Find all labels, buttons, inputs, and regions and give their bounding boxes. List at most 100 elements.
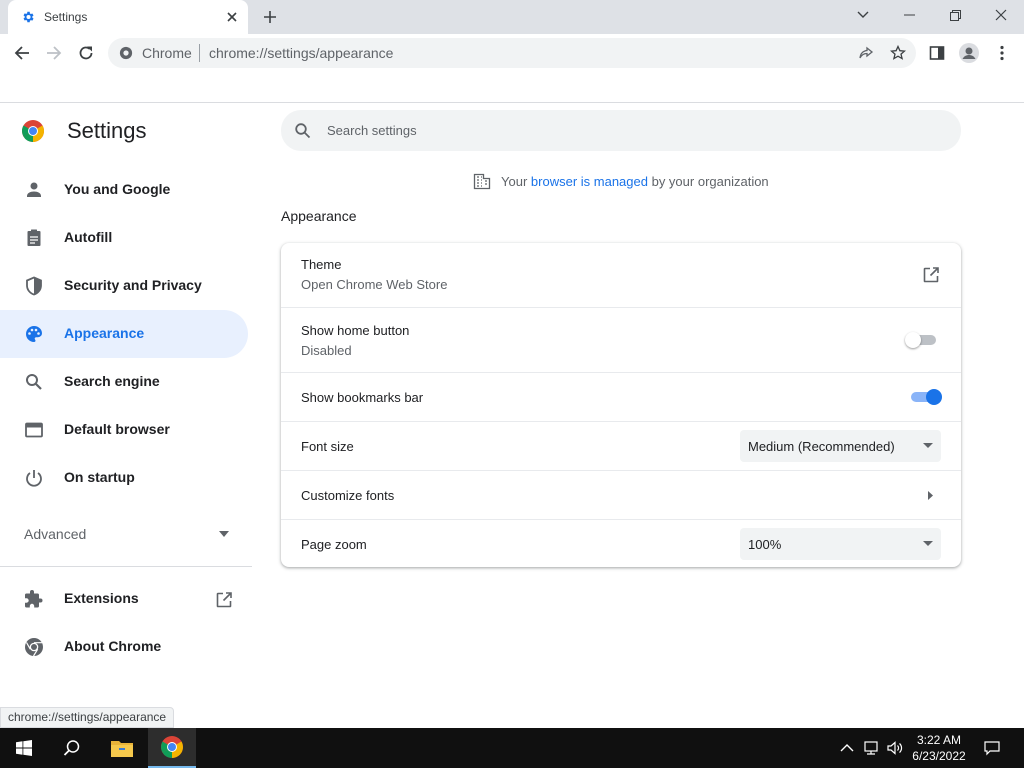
chevron-down-icon <box>857 11 869 18</box>
close-tab-icon[interactable] <box>224 9 240 25</box>
open-in-new-icon[interactable] <box>922 266 940 284</box>
puzzle-icon <box>25 590 43 608</box>
sidebar-item-security-privacy[interactable]: Security and Privacy <box>0 262 248 310</box>
tab-search-button[interactable] <box>840 0 886 30</box>
sidebar-item-autofill[interactable]: Autofill <box>0 214 248 262</box>
start-button[interactable] <box>0 728 48 768</box>
managed-link[interactable]: browser is managed <box>531 174 648 189</box>
open-in-new-icon[interactable] <box>215 591 233 609</box>
font-size-select[interactable]: Medium (Recommended) <box>740 430 941 462</box>
restore-button[interactable] <box>932 0 978 30</box>
gear-icon <box>23 11 34 23</box>
appearance-card: Theme Open Chrome Web Store Show home bu… <box>281 243 961 567</box>
tab-title: Settings <box>44 10 88 24</box>
site-label: Chrome <box>142 45 192 61</box>
shield-icon <box>26 276 42 296</box>
notification-icon[interactable] <box>984 740 1000 756</box>
sidebar-divider <box>0 566 252 567</box>
chrome-site-icon <box>119 46 133 60</box>
search-placeholder: Search settings <box>327 123 417 138</box>
caret-down-icon <box>923 443 933 448</box>
palette-icon <box>26 326 42 342</box>
page-zoom-value: 100% <box>748 537 782 552</box>
building-icon <box>473 173 491 190</box>
folder-icon <box>111 741 133 757</box>
caret-down-icon <box>923 541 933 546</box>
share-icon[interactable] <box>858 45 874 61</box>
page-zoom-title: Page zoom <box>301 537 367 552</box>
search-icon <box>63 740 80 756</box>
caret-down-icon[interactable] <box>219 531 229 537</box>
home-button-title: Show home button <box>301 323 410 338</box>
taskbar: 3:22 AM 6/23/2022 <box>0 728 1024 768</box>
taskbar-chrome[interactable] <box>148 728 196 768</box>
theme-subtitle: Open Chrome Web Store <box>301 277 448 292</box>
sidebar-item-about-chrome[interactable]: About Chrome <box>0 623 248 671</box>
advanced-toggle[interactable]: Advanced <box>24 526 86 542</box>
reload-icon <box>79 46 93 60</box>
sidebar-item-default-browser[interactable]: Default browser <box>0 406 248 454</box>
font-size-value: Medium (Recommended) <box>748 439 895 454</box>
menu-button[interactable] <box>991 42 1013 64</box>
bookmarks-bar-toggle[interactable] <box>908 389 942 405</box>
sidebar-item-search-engine[interactable]: Search engine <box>0 358 248 406</box>
toolbar: Chrome chrome://settings/appearance <box>0 34 1024 72</box>
font-size-title: Font size <box>301 439 354 454</box>
sidebar-item-on-startup[interactable]: On startup <box>0 454 248 502</box>
taskbar-clock[interactable]: 3:22 AM 6/23/2022 <box>906 732 972 764</box>
side-panel-icon <box>929 46 945 60</box>
restore-icon <box>949 9 961 21</box>
sidebar-item-label: Security and Privacy <box>64 277 202 293</box>
avatar-icon <box>959 43 979 63</box>
minimize-icon <box>903 14 915 16</box>
search-icon <box>295 123 311 139</box>
chrome-logo-icon <box>161 736 183 758</box>
close-window-button[interactable] <box>978 0 1024 30</box>
omnibox-divider <box>199 44 200 62</box>
sidebar-item-label: Default browser <box>64 421 170 437</box>
page-title: Settings <box>67 118 147 143</box>
chevron-up-icon[interactable] <box>839 740 855 756</box>
taskbar-file-explorer[interactable] <box>98 728 146 768</box>
customize-fonts-title: Customize fonts <box>301 488 395 503</box>
sidebar-item-extensions[interactable]: Extensions <box>0 575 248 623</box>
toggle-knob <box>905 332 921 348</box>
sidebar-item-appearance[interactable]: Appearance <box>0 310 248 358</box>
sidebar-item-label: Extensions <box>64 590 139 606</box>
sidebar-item-you-and-google[interactable]: You and Google <box>0 166 248 214</box>
clock-time: 3:22 AM <box>916 733 962 747</box>
section-title: Appearance <box>281 208 357 224</box>
kebab-menu-icon <box>1000 45 1004 61</box>
home-button-toggle[interactable] <box>905 332 939 348</box>
managed-text-post: by your organization <box>651 173 769 189</box>
new-tab-icon[interactable] <box>262 9 278 25</box>
power-icon <box>26 470 42 487</box>
sidebar-item-label: About Chrome <box>64 638 162 654</box>
sidebar-item-label: On startup <box>64 469 135 485</box>
customize-fonts-row[interactable]: Customize fonts <box>281 470 961 519</box>
bookmark-star-icon[interactable] <box>890 45 906 61</box>
font-size-row: Font size Medium (Recommended) <box>281 421 961 470</box>
reload-button[interactable] <box>75 42 97 64</box>
sidebar-item-label: You and Google <box>64 181 171 197</box>
forward-button[interactable] <box>43 42 65 64</box>
omnibox[interactable]: Chrome chrome://settings/appearance <box>108 38 916 68</box>
minimize-button[interactable] <box>886 0 932 30</box>
theme-row[interactable]: Theme Open Chrome Web Store <box>281 243 961 307</box>
managed-text-pre: Your <box>501 173 528 189</box>
theme-title: Theme <box>301 257 342 272</box>
arrow-left-icon <box>14 46 29 60</box>
clock-date: 6/23/2022 <box>912 749 966 763</box>
page-zoom-select[interactable]: 100% <box>740 528 941 560</box>
windows-logo-icon <box>16 740 32 756</box>
search-settings-field[interactable]: Search settings <box>281 110 961 151</box>
taskbar-search-button[interactable] <box>48 728 96 768</box>
volume-icon[interactable] <box>887 740 903 756</box>
url-text: chrome://settings/appearance <box>209 45 393 61</box>
network-icon[interactable] <box>863 740 879 756</box>
tab-settings[interactable]: Settings <box>8 0 248 34</box>
sidebar-item-label: Autofill <box>64 229 113 245</box>
profile-button[interactable] <box>958 42 980 64</box>
side-panel-button[interactable] <box>926 42 948 64</box>
back-button[interactable] <box>11 42 33 64</box>
